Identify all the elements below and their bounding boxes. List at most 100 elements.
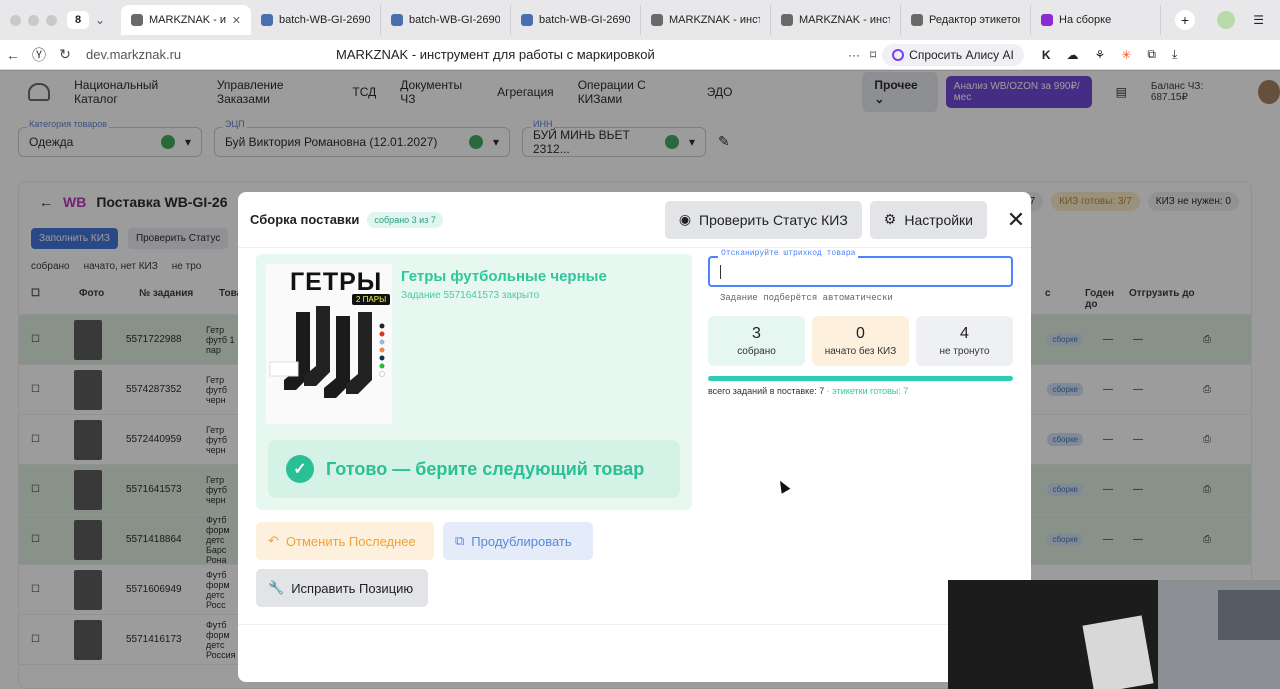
extension-icons: K ☁ ⚘ ✳ ⧉ ⤓	[1042, 47, 1177, 62]
settings-label: Настройки	[904, 211, 973, 228]
product-card: ГЕТРЫ 2 ПАРЫ Гетры футбольные черные Зад…	[256, 254, 692, 510]
site-icon	[781, 14, 793, 26]
text-caret	[720, 265, 721, 279]
duplicate-button[interactable]: ⧉ Продублировать	[443, 522, 593, 560]
screen: 8 ⌄ MARKZNAK - инстр ✕ batch-WB-GI-26903…	[0, 0, 1280, 689]
close-icon[interactable]: ✕	[1001, 207, 1031, 233]
tab-label: batch-WB-GI-269033	[279, 14, 370, 26]
barcode-input[interactable]: Отсканируйте штрихкод товара	[708, 249, 1013, 287]
stat-untouched-value: 4	[960, 325, 969, 342]
total-tasks: всего заданий в поставке: 7	[708, 386, 825, 396]
tab-batch-2[interactable]: batch-WB-GI-269033	[381, 5, 511, 35]
doc-icon	[521, 14, 533, 26]
extension-leaf-icon[interactable]: ⚘	[1095, 48, 1106, 62]
download-icon[interactable]: ⤓	[1172, 47, 1177, 62]
wb-icon	[1041, 14, 1053, 26]
extension-star-icon[interactable]: ✳	[1121, 48, 1131, 62]
check-kiz-status-label: Проверить Статус КИЗ	[699, 211, 848, 228]
stat-collected-value: 3	[752, 325, 761, 342]
doc-icon	[261, 14, 273, 26]
back-icon[interactable]: ←	[0, 47, 26, 63]
progress-bar	[708, 376, 1013, 381]
tab-label: MARKZNAK - инстру	[669, 14, 760, 26]
gear-icon: ⚙	[883, 211, 897, 227]
tab-markznak-2[interactable]: MARKZNAK - инстру	[641, 5, 771, 35]
task-closed-text: Задание 5571641573 закрыто	[401, 290, 540, 301]
close-window-button[interactable]	[10, 14, 21, 26]
tab-label: На сборке	[1059, 14, 1112, 26]
fix-position-button[interactable]: 🔧 Исправить Позицию	[256, 569, 428, 607]
bookmark-icon[interactable]: ⌑	[870, 48, 876, 62]
tab-label: Редактор этикеток	[929, 14, 1020, 26]
shield-search-icon: ◉	[678, 211, 692, 227]
tab-bar-tools: ☰	[1217, 11, 1264, 29]
more-icon[interactable]: ···	[848, 48, 860, 62]
address-bar: ← Ⓨ ↻ dev.markznak.ru MARKZNAK - инструм…	[0, 40, 1280, 70]
zoom-window-button[interactable]	[46, 14, 57, 26]
stat-started-value: 0	[856, 325, 865, 342]
reload-icon[interactable]: ↻	[52, 46, 78, 63]
modal-title: Сборка поставки	[250, 212, 360, 227]
tab-count[interactable]: 8	[67, 11, 89, 29]
labels-ready: · этикетки готовы: 7	[826, 386, 909, 396]
alisa-icon	[892, 48, 905, 61]
socks-illustration	[269, 306, 385, 398]
stat-started-label: начато без КИЗ	[824, 346, 897, 357]
tab-markznak[interactable]: MARKZNAK - инстр ✕	[121, 5, 251, 35]
check-kiz-status-button[interactable]: ◉ Проверить Статус КИЗ	[664, 200, 862, 239]
tab-batch-1[interactable]: batch-WB-GI-269033	[251, 5, 381, 35]
site-icon	[131, 14, 143, 26]
stat-collected-label: собрано	[737, 346, 776, 357]
url-field[interactable]: dev.markznak.ru	[86, 47, 336, 62]
menu-icon[interactable]: ☰	[1253, 13, 1264, 27]
tab-label: MARKZNAK - инстр	[149, 14, 226, 26]
page-title: MARKZNAK - инструмент для работы с марки…	[336, 47, 655, 62]
barcode-input-label: Отсканируйте штрихкод товара	[718, 249, 859, 258]
extension-k-icon[interactable]: K	[1042, 48, 1051, 62]
tab-label: batch-WB-GI-269033	[539, 14, 630, 26]
settings-button[interactable]: ⚙ Настройки	[869, 200, 987, 239]
site-icon	[651, 14, 663, 26]
stat-collected: 3 собрано	[708, 316, 805, 366]
yandex-icon[interactable]: Ⓨ	[26, 45, 52, 65]
window-controls	[10, 14, 57, 26]
stat-untouched-label: не тронуто	[939, 346, 990, 357]
modal-header: Сборка поставки собрано 3 из 7 ◉ Провери…	[238, 192, 1031, 248]
ready-banner: ✓ Готово — берите следующий товар	[268, 440, 680, 498]
new-tab-button[interactable]: +	[1175, 10, 1195, 30]
tab-label-editor[interactable]: Редактор этикеток	[901, 5, 1031, 35]
copy-icon: ⧉	[455, 533, 465, 548]
tab-batch-3[interactable]: batch-WB-GI-269033	[511, 5, 641, 35]
total-text: всего заданий в поставке: 7 · этикетки г…	[708, 386, 908, 396]
site-icon	[911, 14, 923, 26]
undo-label: Отменить Последнее	[285, 533, 416, 549]
ask-alisa-button[interactable]: Спросить Алису AI	[882, 43, 1024, 66]
stat-untouched: 4 не тронуто	[916, 316, 1013, 366]
scan-hint: Задание подберётся автоматически	[720, 293, 893, 303]
ready-text: Готово — берите следующий товар	[326, 458, 645, 479]
tab-label: batch-WB-GI-269033	[409, 14, 500, 26]
fix-label: Исправить Позицию	[291, 580, 414, 596]
wrench-icon: 🔧	[268, 580, 285, 595]
profile-icon[interactable]	[1217, 11, 1236, 29]
product-title: Гетры футбольные черные	[401, 268, 607, 285]
close-icon[interactable]: ✕	[232, 14, 241, 27]
stat-started: 0 начато без КИЗ	[812, 316, 909, 366]
check-circle-icon: ✓	[286, 455, 314, 483]
tab-na-sborke[interactable]: На сборке	[1031, 5, 1161, 35]
ask-alisa-label: Спросить Алису AI	[909, 47, 1014, 62]
webcam-laptop	[1218, 590, 1280, 640]
webcam-overlay	[948, 580, 1280, 689]
extension-puzzle-icon[interactable]: ⧉	[1147, 47, 1156, 62]
extension-cloud-icon[interactable]: ☁	[1067, 48, 1079, 62]
duplicate-label: Продублировать	[471, 533, 572, 549]
assembly-modal: Сборка поставки собрано 3 из 7 ◉ Провери…	[238, 192, 1031, 682]
undo-icon: ↶	[268, 533, 279, 548]
webcam-label	[1082, 615, 1154, 689]
product-image: ГЕТРЫ 2 ПАРЫ	[266, 264, 392, 424]
chevron-down-icon[interactable]: ⌄	[95, 13, 115, 27]
undo-last-button[interactable]: ↶ Отменить Последнее	[256, 522, 434, 560]
tab-label: MARKZNAK - инстру	[799, 14, 890, 26]
tab-markznak-3[interactable]: MARKZNAK - инстру	[771, 5, 901, 35]
minimize-window-button[interactable]	[28, 14, 39, 26]
